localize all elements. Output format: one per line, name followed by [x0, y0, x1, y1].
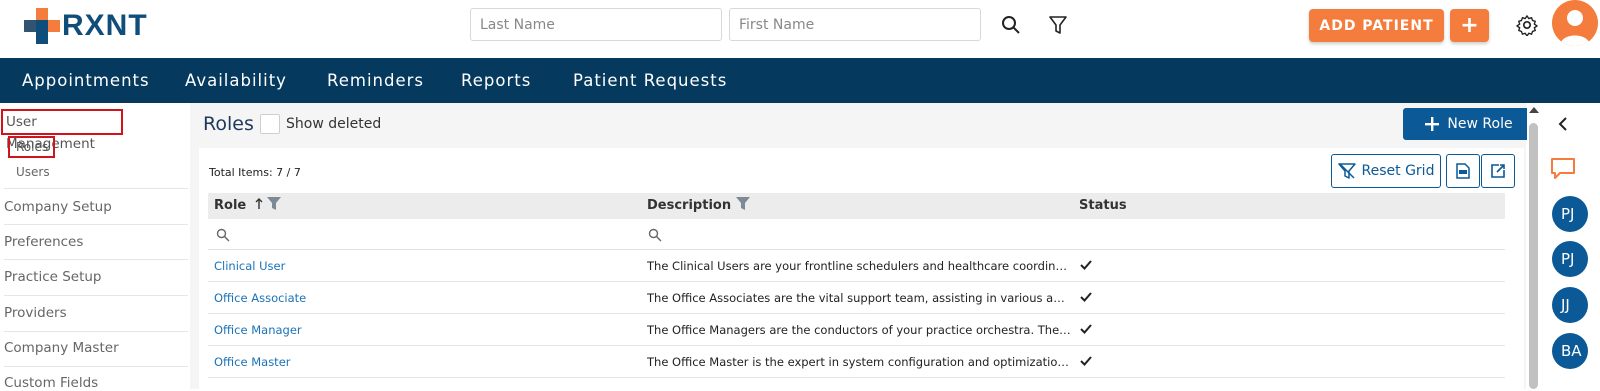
plus-icon	[1425, 117, 1440, 131]
table-filter-row	[208, 219, 1505, 250]
column-filter-icon[interactable]	[267, 197, 282, 210]
table-row[interactable]: Office Manager The Office Managers are t…	[208, 314, 1505, 346]
sidebar-divider	[4, 224, 188, 225]
rxnt-logo[interactable]: RXNT	[24, 6, 148, 46]
export-pdf-button[interactable]	[1446, 154, 1480, 188]
table-header: Role Description Status	[208, 193, 1505, 219]
gear-icon[interactable]	[1514, 12, 1540, 38]
nav-availability[interactable]: Availability	[185, 58, 287, 103]
column-role-label: Role	[214, 198, 247, 213]
table-row[interactable]: Office Master The Office Master is the e…	[208, 346, 1505, 378]
sidebar-item-company-master[interactable]: Company Master	[4, 340, 190, 356]
scrollbar-thumb[interactable]	[1529, 123, 1538, 389]
new-role-label: New Role	[1447, 116, 1513, 132]
check-icon	[1080, 324, 1092, 334]
nav-reminders[interactable]: Reminders	[327, 58, 424, 103]
check-icon	[1080, 356, 1092, 366]
pdf-icon	[1456, 163, 1470, 179]
sidebar-divider	[4, 295, 188, 296]
column-description-header[interactable]: Description	[647, 193, 750, 219]
sidebar-item-practice-setup[interactable]: Practice Setup	[4, 269, 190, 285]
sidebar-item-company-setup[interactable]: Company Setup	[4, 199, 190, 215]
sort-asc-icon[interactable]	[255, 198, 263, 210]
user-avatar[interactable]: BA	[1552, 333, 1588, 369]
new-role-button[interactable]: New Role	[1403, 108, 1535, 140]
column-description-label: Description	[647, 198, 732, 213]
total-items-count: Total Items: 7 / 7	[209, 166, 301, 179]
filter-icon[interactable]	[1045, 12, 1071, 38]
sidebar-divider	[4, 366, 188, 367]
table-row[interactable]: Clinical User The Clinical Users are you…	[208, 250, 1505, 282]
filter-clear-icon	[1337, 163, 1356, 179]
sidebar-item-providers[interactable]: Providers	[4, 305, 190, 321]
sidebar-item-roles[interactable]: Roles	[8, 136, 55, 158]
nav-reports[interactable]: Reports	[461, 58, 531, 103]
chevron-left-icon[interactable]	[1558, 117, 1568, 131]
role-link[interactable]: Office Master	[214, 355, 291, 369]
role-link[interactable]: Office Associate	[214, 291, 306, 305]
add-plus-button[interactable]: +	[1450, 9, 1489, 42]
show-deleted-label[interactable]: Show deleted	[286, 116, 381, 132]
vertical-scrollbar[interactable]	[1527, 103, 1540, 389]
sidebar-item-users[interactable]: Users	[16, 165, 50, 179]
column-status-header[interactable]: Status	[1079, 193, 1127, 219]
main-navbar: Appointments Availability Reminders Repo…	[0, 58, 1600, 103]
show-deleted-checkbox[interactable]	[260, 114, 280, 134]
sidebar-divider	[4, 188, 188, 189]
sidebar-item-preferences[interactable]: Preferences	[4, 234, 190, 250]
export-button[interactable]	[1481, 154, 1515, 188]
table-row[interactable]: Office Associate The Office Associates a…	[208, 282, 1505, 314]
sidebar-user-management[interactable]: User Management	[1, 109, 123, 152]
role-link[interactable]: Office Manager	[214, 323, 302, 337]
reset-grid-label: Reset Grid	[1361, 163, 1435, 179]
role-description: The Office Associates are the vital supp…	[647, 291, 1071, 305]
first-name-input[interactable]	[729, 8, 981, 41]
export-icon	[1491, 164, 1505, 178]
settings-sidebar: User Management Roles Users Company Setu…	[0, 103, 190, 391]
user-avatar[interactable]: PJ	[1552, 196, 1588, 232]
scroll-up-arrow-icon[interactable]	[1529, 107, 1539, 113]
role-description: The Office Managers are the conductors o…	[647, 323, 1071, 337]
column-filter-icon[interactable]	[735, 197, 750, 210]
logo-text: RXNT	[62, 9, 148, 42]
role-link[interactable]: Clinical User	[214, 259, 285, 273]
nav-appointments[interactable]: Appointments	[22, 58, 150, 103]
user-avatar[interactable]	[1552, 0, 1598, 46]
sidebar-divider	[4, 331, 188, 332]
check-icon	[1080, 292, 1092, 302]
nav-patient-requests[interactable]: Patient Requests	[573, 58, 727, 103]
top-header: RXNT ADD PATIENT +	[0, 0, 1600, 58]
role-description: The Office Master is the expert in syste…	[647, 355, 1071, 369]
right-rail: PJ PJ JJ BA	[1540, 103, 1600, 389]
check-icon	[1080, 260, 1092, 270]
role-description: The Clinical Users are your frontline sc…	[647, 259, 1071, 273]
last-name-input[interactable]	[470, 8, 722, 41]
description-filter-search-icon[interactable]	[648, 228, 662, 242]
chat-icon[interactable]	[1550, 157, 1576, 181]
sidebar-divider	[4, 259, 188, 260]
reset-grid-button[interactable]: Reset Grid	[1331, 154, 1441, 188]
role-filter-search-icon[interactable]	[216, 228, 230, 242]
column-role-header[interactable]: Role	[214, 193, 282, 219]
logo-cross-icon	[24, 8, 60, 44]
search-icon[interactable]	[998, 12, 1024, 38]
page-title: Roles	[203, 113, 254, 135]
add-patient-button[interactable]: ADD PATIENT	[1309, 9, 1444, 42]
roles-panel: Roles Show deleted New Role Total Items:…	[190, 103, 1568, 389]
user-avatar[interactable]: JJ	[1552, 287, 1588, 323]
roles-grid-card: Total Items: 7 / 7 Reset Grid Role Descr…	[199, 148, 1524, 389]
user-avatar[interactable]: PJ	[1552, 241, 1588, 277]
